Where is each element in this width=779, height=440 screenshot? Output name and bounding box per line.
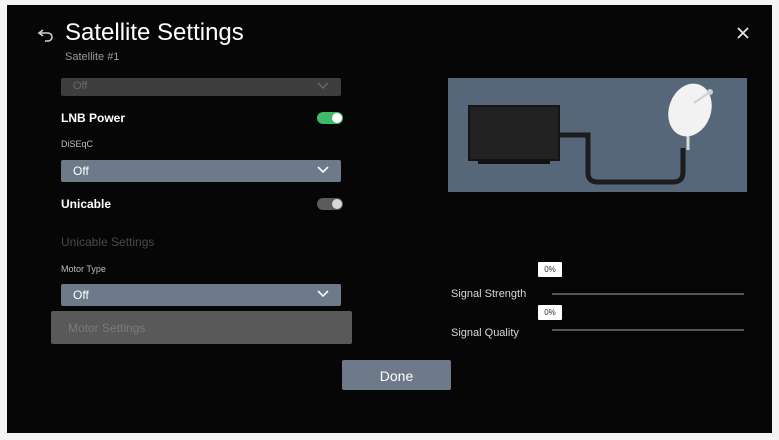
back-icon[interactable] <box>37 27 55 43</box>
motor-type-label: Motor Type <box>61 264 106 274</box>
lnb-power-toggle[interactable] <box>317 112 343 124</box>
satellite-dish-icon <box>668 83 713 150</box>
done-button[interactable]: Done <box>342 360 451 390</box>
page-title: Satellite Settings <box>65 19 244 46</box>
unicable-label: Unicable <box>61 197 112 211</box>
diseqc-value: Off <box>73 164 89 178</box>
lnb-power-label: LNB Power <box>61 111 126 125</box>
close-icon[interactable] <box>734 24 752 42</box>
signal-quality-label: Signal Quality <box>451 327 519 339</box>
tv-dish-illustration <box>468 83 713 185</box>
chevron-down-icon <box>317 166 329 174</box>
signal-strength-badge: 0% <box>538 262 562 277</box>
diseqc-label: DiSEqC <box>61 139 94 149</box>
done-label: Done <box>379 368 414 384</box>
top-dropdown: Off <box>61 78 341 96</box>
chevron-down-icon <box>317 82 329 89</box>
connection-illustration <box>448 78 747 192</box>
chevron-down-icon <box>317 290 329 298</box>
signal-quality-bar <box>552 329 744 331</box>
motor-type-value: Off <box>73 288 89 302</box>
signal-strength-label: Signal Strength <box>451 288 527 300</box>
toggle-knob <box>332 113 342 123</box>
motor-type-dropdown[interactable]: Off <box>61 284 341 306</box>
signal-strength-bar <box>552 293 744 295</box>
unicable-settings-label: Unicable Settings <box>61 235 155 249</box>
motor-settings-label: Motor Settings <box>68 321 146 335</box>
unicable-toggle[interactable] <box>317 198 343 210</box>
page-subtitle: Satellite #1 <box>65 51 120 63</box>
diseqc-dropdown[interactable]: Off <box>61 160 341 182</box>
signal-quality-badge: 0% <box>538 305 562 320</box>
toggle-knob <box>332 199 342 209</box>
motor-settings-button: Motor Settings <box>51 311 352 344</box>
satellite-settings-screen: Satellite Settings Satellite #1 Off LNB … <box>7 5 772 433</box>
top-dropdown-value: Off <box>73 80 88 92</box>
